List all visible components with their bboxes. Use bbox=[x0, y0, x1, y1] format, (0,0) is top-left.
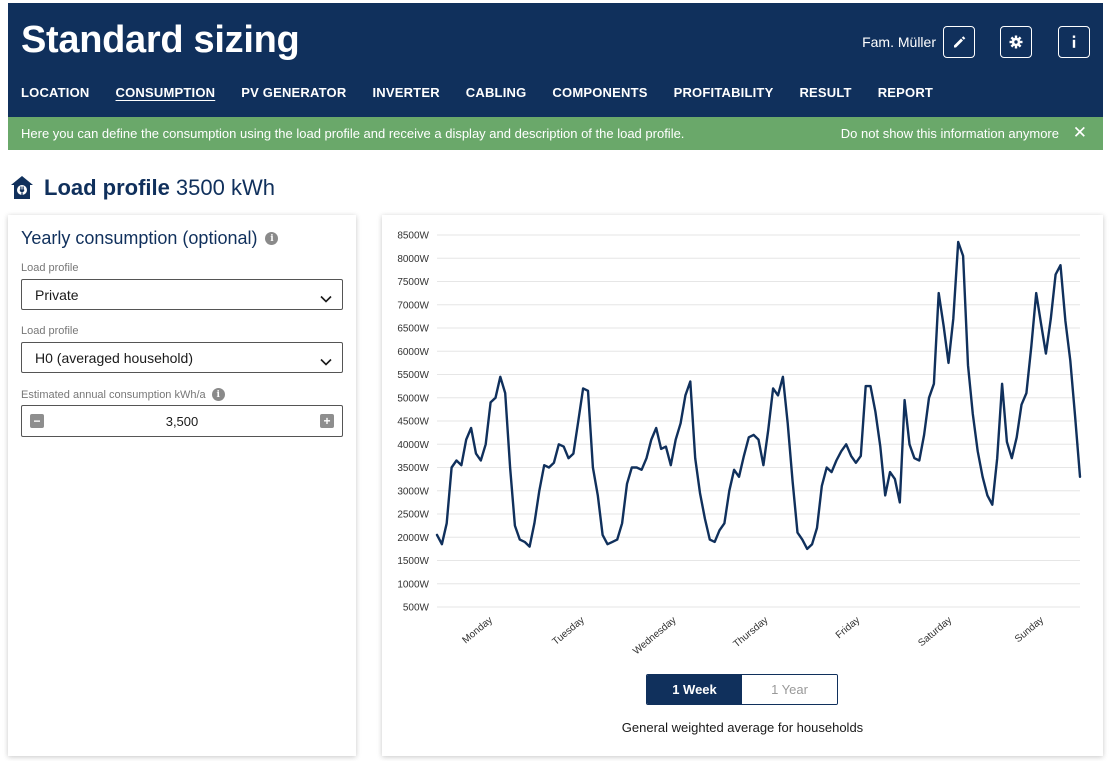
x-tick-label: Friday bbox=[834, 615, 862, 641]
load-profile-type-value: H0 (averaged household) bbox=[35, 350, 193, 366]
y-tick-label: 3000W bbox=[397, 486, 429, 497]
load-profile-value: Private bbox=[35, 287, 79, 303]
x-tick-label: Thursday bbox=[731, 615, 770, 650]
load-profile-chart: 500W 1000W 1500W 2000W 2500W 3000W 3500W 4000W 4… bbox=[397, 231, 1082, 657]
close-icon: ✕ bbox=[1072, 123, 1087, 142]
x-tick-label: Tuesday bbox=[551, 615, 587, 648]
x-tick-label: Sunday bbox=[1013, 615, 1046, 645]
load-profile-type-label: Load profile bbox=[21, 325, 79, 337]
page-title-text: Load profile bbox=[44, 175, 170, 200]
info-icon[interactable]: i bbox=[265, 232, 279, 245]
y-tick-label: 8000W bbox=[397, 254, 429, 265]
y-tick-label: 1500W bbox=[397, 556, 429, 567]
y-tick-label: 7000W bbox=[397, 300, 429, 311]
nav-location[interactable]: LOCATION bbox=[21, 85, 90, 101]
annual-consumption-label: Estimated annual consumption kWh/a i bbox=[21, 388, 225, 401]
chevron-down-icon bbox=[320, 290, 332, 308]
annual-consumption-stepper[interactable]: − 3,500 + bbox=[21, 405, 343, 437]
info-icon[interactable]: i bbox=[211, 388, 225, 401]
app-header: Standard sizing Fam. Müller LOCATION CON… bbox=[8, 3, 1103, 117]
chart-caption: General weighted average for households bbox=[621, 720, 864, 735]
x-tick-label: Monday bbox=[461, 615, 495, 646]
nav-result[interactable]: RESULT bbox=[799, 85, 851, 101]
info-icon bbox=[1069, 34, 1079, 50]
nav-profitability[interactable]: PROFITABILITY bbox=[674, 85, 774, 101]
close-banner-button[interactable]: ✕ bbox=[1073, 123, 1087, 143]
x-tick-label: Wednesday bbox=[631, 615, 678, 657]
y-tick-label: 2000W bbox=[397, 533, 429, 544]
annual-consumption-input[interactable]: 3,500 bbox=[22, 414, 342, 429]
y-tick-label: 8500W bbox=[397, 231, 429, 242]
yearly-consumption-heading: Yearly consumption (optional) i bbox=[21, 228, 279, 249]
y-tick-label: 6000W bbox=[397, 347, 429, 358]
info-banner: Here you can define the consumption usin… bbox=[8, 117, 1103, 150]
load-profile-type-select[interactable]: H0 (averaged household) bbox=[21, 342, 343, 373]
banner-text: Here you can define the consumption usin… bbox=[21, 126, 685, 141]
y-tick-label: 500W bbox=[403, 603, 430, 614]
chevron-down-icon bbox=[320, 353, 332, 371]
gear-icon bbox=[1009, 35, 1023, 49]
house-plug-icon bbox=[10, 175, 34, 201]
consumption-settings-card: Yearly consumption (optional) i Load pro… bbox=[8, 215, 356, 756]
nav-inverter[interactable]: INVERTER bbox=[372, 85, 439, 101]
nav-pv-generator[interactable]: PV GENERATOR bbox=[241, 85, 346, 101]
main-nav: LOCATION CONSUMPTION PV GENERATOR INVERTER C… bbox=[21, 85, 959, 101]
load-profile-label: Load profile bbox=[21, 262, 79, 274]
load-profile-chart-card: 500W 1000W 1500W 2000W 2500W 3000W 3500W 4000W 4… bbox=[382, 215, 1103, 756]
settings-button[interactable] bbox=[1000, 26, 1032, 58]
week-toggle-button[interactable]: 1 Week bbox=[647, 675, 742, 704]
nav-consumption[interactable]: CONSUMPTION bbox=[116, 85, 216, 101]
x-tick-label: Saturday bbox=[916, 615, 954, 649]
nav-components[interactable]: COMPONENTS bbox=[552, 85, 647, 101]
yearly-consumption-title: Yearly consumption (optional) bbox=[21, 228, 258, 248]
pencil-icon bbox=[952, 35, 966, 49]
y-tick-label: 5500W bbox=[397, 370, 429, 381]
y-tick-label: 2500W bbox=[397, 510, 429, 521]
year-toggle-button[interactable]: 1 Year bbox=[742, 675, 837, 704]
nav-cabling[interactable]: CABLING bbox=[466, 85, 527, 101]
nav-report[interactable]: REPORT bbox=[878, 85, 933, 101]
y-tick-label: 4500W bbox=[397, 417, 429, 428]
load-profile-select[interactable]: Private bbox=[21, 279, 343, 310]
period-toggle: 1 Week 1 Year bbox=[646, 674, 838, 705]
edit-button[interactable] bbox=[943, 26, 975, 58]
y-tick-label: 5000W bbox=[397, 393, 429, 404]
y-tick-label: 3500W bbox=[397, 463, 429, 474]
info-button[interactable] bbox=[1058, 26, 1090, 58]
dont-show-again-link[interactable]: Do not show this information anymore bbox=[841, 126, 1059, 141]
annual-consumption-label-text: Estimated annual consumption kWh/a bbox=[21, 388, 206, 401]
series-line bbox=[435, 240, 1082, 551]
y-tick-label: 4000W bbox=[397, 440, 429, 451]
user-name: Fam. Müller bbox=[862, 34, 936, 50]
y-tick-label: 7500W bbox=[397, 277, 429, 288]
increment-button[interactable]: + bbox=[320, 414, 334, 428]
page-title: Load profile 3500 kWh bbox=[10, 175, 275, 201]
page-title-value: 3500 kWh bbox=[175, 175, 275, 200]
y-tick-label: 1000W bbox=[397, 579, 429, 590]
y-tick-label: 6500W bbox=[397, 324, 429, 335]
app-title: Standard sizing bbox=[21, 19, 300, 61]
